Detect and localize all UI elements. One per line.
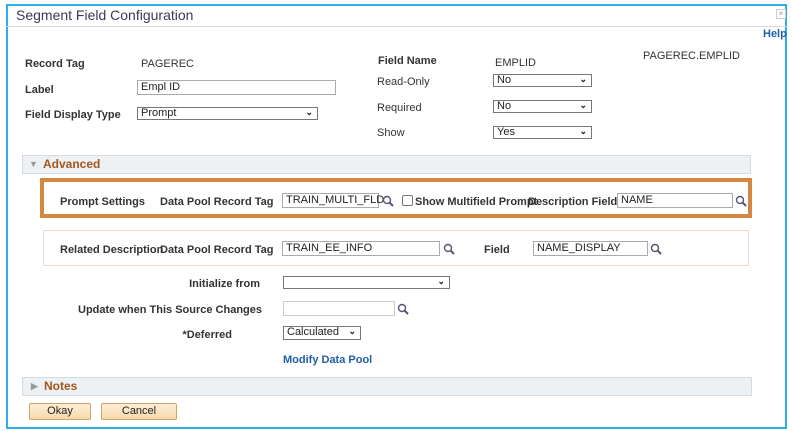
record-tag-value: PAGEREC (141, 58, 194, 70)
read-only-value: No (497, 74, 512, 86)
chevron-down-icon: ⌄ (579, 100, 587, 110)
full-field-name: PAGEREC.EMPLID (643, 50, 740, 62)
required-label: Required (377, 102, 422, 114)
record-tag-label: Record Tag (25, 58, 85, 70)
notes-title: Notes (44, 379, 78, 393)
show-value: Yes (497, 126, 515, 138)
required-select[interactable]: No ⌄ (493, 100, 592, 113)
related-pool-tag-input[interactable]: TRAIN_EE_INFO (282, 241, 440, 256)
search-icon[interactable] (735, 195, 747, 207)
dialog-title: Segment Field Configuration (16, 7, 194, 23)
multifield-checkbox[interactable] (402, 195, 413, 206)
modify-data-pool-link[interactable]: Modify Data Pool (283, 354, 372, 366)
chevron-down-icon: ⌄ (579, 74, 587, 84)
read-only-label: Read-Only (377, 76, 430, 88)
search-icon[interactable] (443, 243, 455, 255)
related-pool-tag-label: Data Pool Record Tag (160, 244, 274, 256)
label-input[interactable]: Empl ID (137, 80, 336, 95)
notes-section-header[interactable]: ▶ Notes (22, 377, 752, 396)
close-icon[interactable]: × (776, 9, 786, 19)
show-select[interactable]: Yes ⌄ (493, 126, 592, 139)
search-icon[interactable] (650, 243, 662, 255)
display-type-value: Prompt (141, 107, 177, 119)
description-field-input[interactable]: NAME (617, 193, 733, 208)
okay-button[interactable]: Okay (29, 403, 91, 420)
display-type-select[interactable]: Prompt ⌄ (137, 107, 318, 120)
search-icon[interactable] (397, 303, 409, 315)
advanced-title: Advanced (43, 157, 101, 171)
field-name-value: EMPLID (495, 57, 536, 69)
deferred-value: Calculated (287, 326, 339, 338)
multifield-label: Show Multifield Prompt (415, 196, 538, 208)
expand-triangle-icon: ▶ (31, 381, 38, 391)
search-icon[interactable] (382, 195, 394, 207)
help-link[interactable]: Help (763, 28, 787, 40)
initialize-label: Initialize from (189, 278, 260, 290)
deferred-select[interactable]: Calculated ⌄ (283, 326, 361, 340)
field-name-label: Field Name (378, 55, 437, 67)
display-type-label: Field Display Type (25, 109, 121, 121)
advanced-section-header[interactable]: ▼ Advanced (22, 155, 751, 174)
related-field-input[interactable]: NAME_DISPLAY (533, 241, 648, 256)
show-label: Show (377, 127, 405, 139)
description-field-label: Description Field (528, 196, 618, 208)
update-source-input[interactable] (283, 301, 395, 316)
prompt-settings-label: Prompt Settings (60, 196, 145, 208)
chevron-down-icon: ⌄ (348, 326, 356, 336)
update-source-label: Update when This Source Changes (78, 304, 262, 316)
label-label: Label (25, 84, 54, 96)
initialize-select[interactable]: ⌄ (283, 276, 450, 289)
related-description-label: Related Description (60, 244, 164, 256)
chevron-down-icon: ⌄ (305, 107, 313, 117)
related-field-label: Field (484, 244, 510, 256)
read-only-select[interactable]: No ⌄ (493, 74, 592, 87)
chevron-down-icon: ⌄ (579, 126, 587, 136)
prompt-pool-tag-input[interactable]: TRAIN_MULTI_FLD (282, 193, 384, 208)
prompt-pool-tag-label: Data Pool Record Tag (160, 196, 274, 208)
collapse-triangle-icon: ▼ (29, 159, 38, 169)
cancel-button[interactable]: Cancel (101, 403, 177, 420)
chevron-down-icon: ⌄ (437, 276, 445, 286)
deferred-label: *Deferred (182, 329, 232, 341)
required-value: No (497, 100, 512, 112)
